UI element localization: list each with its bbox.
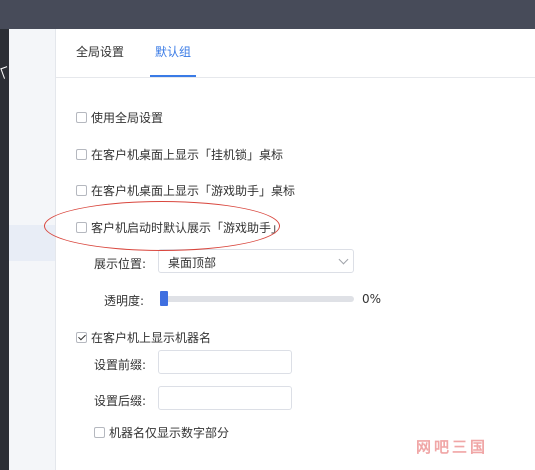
- suffix-input[interactable]: [158, 386, 292, 410]
- show-lock-checkbox[interactable]: [76, 149, 87, 160]
- show-lock-option[interactable]: 在客户机桌面上显示「挂机锁」桌标: [76, 146, 283, 163]
- auto-show-game-helper-checkbox[interactable]: [76, 222, 87, 233]
- prefix-input[interactable]: [158, 350, 292, 374]
- show-game-helper-option[interactable]: 在客户机桌面上显示「游戏助手」桌标: [76, 182, 295, 199]
- use-global-checkbox[interactable]: [76, 112, 87, 123]
- active-tab-indicator: [150, 75, 196, 77]
- digits-only-checkbox[interactable]: [94, 427, 105, 438]
- chevron-down-icon: [338, 254, 349, 265]
- use-global-label: 使用全局设置: [91, 111, 164, 125]
- display-position-select[interactable]: 桌面顶部: [158, 249, 354, 273]
- opacity-slider-handle[interactable]: [160, 291, 168, 306]
- auto-show-game-helper-option[interactable]: 客户机启动时默认展示「游戏助手」: [76, 219, 283, 236]
- digits-only-option[interactable]: 机器名仅显示数字部分: [94, 424, 229, 441]
- show-game-helper-checkbox[interactable]: [76, 185, 87, 196]
- opacity-label: 透明度:: [104, 294, 145, 308]
- tab-default-group[interactable]: 默认组: [155, 43, 191, 60]
- show-game-helper-label: 在客户机桌面上显示「游戏助手」桌标: [91, 184, 296, 198]
- show-machine-name-checkbox[interactable]: [76, 332, 87, 343]
- opacity-slider[interactable]: [160, 296, 354, 302]
- tab-bar: 全局设置 默认组: [56, 29, 535, 78]
- digits-only-label: 机器名仅显示数字部分: [109, 426, 230, 440]
- display-position-label: 展示位置:: [94, 257, 147, 271]
- sidebar: [9, 29, 56, 470]
- top-title-bar: [0, 0, 535, 29]
- sidebar-selected-item[interactable]: [9, 225, 55, 261]
- show-machine-name-option[interactable]: 在客户机上显示机器名: [76, 329, 211, 346]
- auto-show-game-helper-label: 客户机启动时默认展示「游戏助手」: [91, 221, 284, 235]
- show-lock-label: 在客户机桌面上显示「挂机锁」桌标: [91, 148, 284, 162]
- suffix-label: 设置后缀:: [94, 394, 147, 408]
- watermark-logo: 网吧三国: [416, 438, 489, 456]
- prefix-label: 设置前缀:: [94, 358, 147, 372]
- show-machine-name-label: 在客户机上显示机器名: [91, 331, 212, 345]
- left-dark-strip: [0, 29, 11, 470]
- display-position-value: 桌面顶部: [168, 256, 217, 270]
- tab-global-settings[interactable]: 全局设置: [76, 43, 124, 60]
- use-global-option[interactable]: 使用全局设置: [76, 109, 163, 126]
- opacity-value: 0%: [362, 292, 382, 306]
- settings-panel: 全局设置 默认组 使用全局设置 在客户机桌面上显示「挂机锁」桌标 在客户机桌面上…: [56, 29, 535, 470]
